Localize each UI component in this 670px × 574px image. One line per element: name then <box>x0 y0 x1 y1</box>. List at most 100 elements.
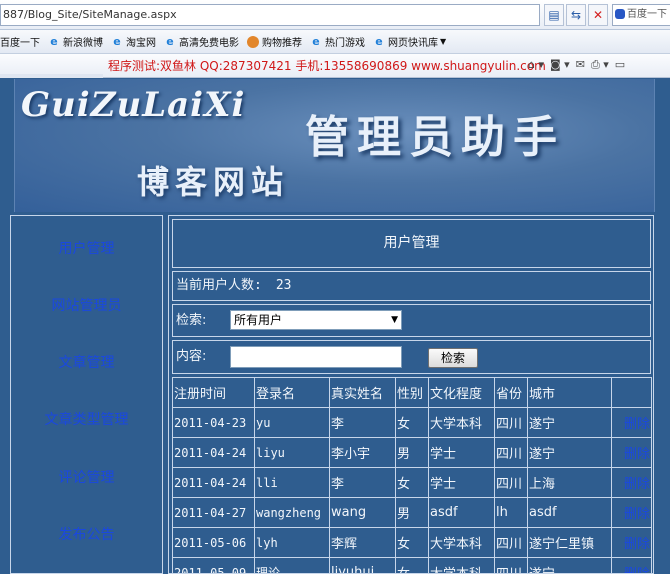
baidu-paw-icon <box>615 9 625 19</box>
tab-edge <box>0 74 103 78</box>
table-cell: 女 <box>395 407 429 438</box>
refresh-icon[interactable]: ⇆ <box>566 4 586 26</box>
sidebar-item-admins[interactable]: 网站管理员 <box>11 295 162 315</box>
content-input[interactable] <box>230 346 402 368</box>
ie-icon: e <box>50 34 58 48</box>
table-cell: 2011-04-24 <box>172 437 255 468</box>
table-cell: 女 <box>395 467 429 498</box>
table-cell: 女 <box>395 527 429 558</box>
table-cell: 女 <box>395 557 429 573</box>
delete-link[interactable]: 删除 <box>611 527 652 558</box>
sidebar-item-article-types[interactable]: 文章类型管理 <box>11 409 162 429</box>
delete-link[interactable]: 删除 <box>611 467 652 498</box>
ie-icon: e <box>375 34 383 48</box>
sidebar-item-announcements[interactable]: 发布公告 <box>11 524 162 544</box>
table-cell: lh <box>494 497 528 528</box>
fav-label: 百度一下 <box>0 38 40 49</box>
table-cell: liyuhui <box>329 557 396 573</box>
table-cell: 学士 <box>428 467 495 498</box>
user-count-label: 当前用户人数: <box>176 278 262 293</box>
sidebar: 用户管理 网站管理员 文章管理 文章类型管理 评论管理 发布公告 <box>10 215 163 574</box>
mail-icon[interactable]: ✉ <box>576 58 585 72</box>
delete-link[interactable]: 删除 <box>611 497 652 528</box>
fav-item-0[interactable]: 百度一下 <box>0 34 40 49</box>
chevron-down-icon: ▼ <box>440 37 447 46</box>
user-table: 注册时间 登录名 真实姓名 性别 文化程度 省份 城市 2011-04-23 yu… <box>172 377 652 573</box>
table-row: 2011-04-23 yu 李女大学本科 四川 遂宁 删除 <box>172 407 652 438</box>
fav-item-5[interactable]: e 热门游戏 <box>310 34 365 49</box>
table-cell: 2011-04-27 <box>172 497 255 528</box>
panel-heading: 用户管理 <box>172 219 651 268</box>
page-tab-title[interactable]: 程序测试:双鱼林 QQ:287307421 手机:13558690869 www… <box>108 57 546 74</box>
ie-icon: e <box>113 34 121 48</box>
table-row: 2011-04-24 lli 李女学士 四川 上海 删除 <box>172 467 652 498</box>
fav-label: 热门游戏 <box>325 38 365 49</box>
command-bar: 程序测试:双鱼林 QQ:287307421 手机:13558690869 www… <box>0 54 670 78</box>
sidebar-item-users[interactable]: 用户管理 <box>11 238 162 258</box>
ie-icon: e <box>166 34 174 48</box>
delete-link[interactable]: 删除 <box>611 437 652 468</box>
table-cell: 大学本科 <box>428 557 495 573</box>
ie-icon: e <box>312 34 320 48</box>
banner-site-name: 博客网站 <box>137 163 290 201</box>
table-cell: liyu <box>254 437 330 468</box>
col-header: 注册时间 <box>172 377 255 408</box>
fav-item-1[interactable]: e 新浪微博 <box>48 34 103 49</box>
table-cell: 四川 <box>494 407 528 438</box>
delete-link[interactable]: 删除 <box>611 557 652 573</box>
fav-item-4[interactable]: 购物推荐 <box>247 34 302 49</box>
fav-item-6[interactable]: e 网页快讯库 ▼ <box>373 34 446 49</box>
address-input[interactable]: 887/Blog_Site/SiteManage.aspx <box>0 4 540 26</box>
compat-view-icon[interactable]: ▤ <box>544 4 564 26</box>
col-header: 文化程度 <box>428 377 495 408</box>
col-header <box>611 377 652 408</box>
table-cell: 大学本科 <box>428 407 495 438</box>
content-row: 内容: 检索 <box>172 340 651 374</box>
feed-icon[interactable]: ◙ ▾ <box>550 58 570 72</box>
browser-search-placeholder: 百度一下 <box>627 9 667 20</box>
fav-label: 高清免费电影 <box>179 38 239 49</box>
table-cell: 学士 <box>428 437 495 468</box>
print-icon[interactable]: ⎙ ▾ <box>591 58 609 72</box>
user-filter-select[interactable]: 所有用户 ▼ <box>230 310 402 330</box>
table-cell: 男 <box>395 497 429 528</box>
table-cell: 理论 <box>254 557 330 573</box>
fav-label: 网页快讯库 <box>388 38 438 49</box>
fav-label: 新浪微博 <box>63 38 103 49</box>
search-button[interactable]: 检索 <box>428 348 478 368</box>
fav-item-2[interactable]: e 淘宝网 <box>111 34 156 49</box>
main-panel: 用户管理 当前用户人数: 23 检索: 所有用户 ▼ 内容: 检索 注册时间 登录… <box>168 215 654 574</box>
site-banner: GuiZuLaiXi 管理员助手 博客网站 <box>14 79 655 212</box>
col-header: 登录名 <box>254 377 330 408</box>
table-cell: 李 <box>329 407 396 438</box>
sidebar-item-articles[interactable]: 文章管理 <box>11 352 162 372</box>
table-cell: 2011-04-23 <box>172 407 255 438</box>
table-cell: 大学本科 <box>428 527 495 558</box>
page-menu-icon[interactable]: ▭ <box>615 58 625 72</box>
sidebar-item-comments[interactable]: 评论管理 <box>11 467 162 487</box>
table-header-row: 注册时间 登录名 真实姓名 性别 文化程度 省份 城市 <box>172 377 652 408</box>
table-cell: 李小宇 <box>329 437 396 468</box>
table-cell: 遂宁 <box>527 407 612 438</box>
user-filter-value: 所有用户 <box>234 313 283 327</box>
chevron-down-icon: ▼ <box>391 315 398 325</box>
table-cell: wang <box>329 497 396 528</box>
table-cell: 2011-05-09 <box>172 557 255 573</box>
search-row: 检索: 所有用户 ▼ <box>172 304 651 337</box>
stop-icon[interactable]: ✕ <box>588 4 608 26</box>
delete-link[interactable]: 删除 <box>611 407 652 438</box>
command-icons: ⌂ ▾ ◙ ▾ ✉ ⎙ ▾ ▭ <box>528 58 625 72</box>
nav-buttons: ▤ ⇆ ✕ <box>544 4 608 26</box>
address-bar-row: 887/Blog_Site/SiteManage.aspx ▤ ⇆ ✕ 百度一下 <box>0 0 670 30</box>
table-cell: 四川 <box>494 527 528 558</box>
table-cell: asdf <box>428 497 495 528</box>
col-header: 城市 <box>527 377 612 408</box>
home-icon[interactable]: ⌂ ▾ <box>528 58 544 72</box>
table-row: 2011-05-09理论liyuhui女大学本科四川遂宁删除 <box>172 557 652 573</box>
table-cell: yu <box>254 407 330 438</box>
table-row: 2011-04-27 wangzheng wang 男 asdf lh asdf 删除 <box>172 497 652 528</box>
browser-search-input[interactable]: 百度一下 <box>612 4 670 26</box>
table-row: 2011-05-06 lyh 李辉女大学本科 四川 遂宁仁里镇 删除 <box>172 527 652 558</box>
fav-item-3[interactable]: e 高清免费电影 <box>164 34 239 49</box>
orange-icon <box>247 35 259 48</box>
